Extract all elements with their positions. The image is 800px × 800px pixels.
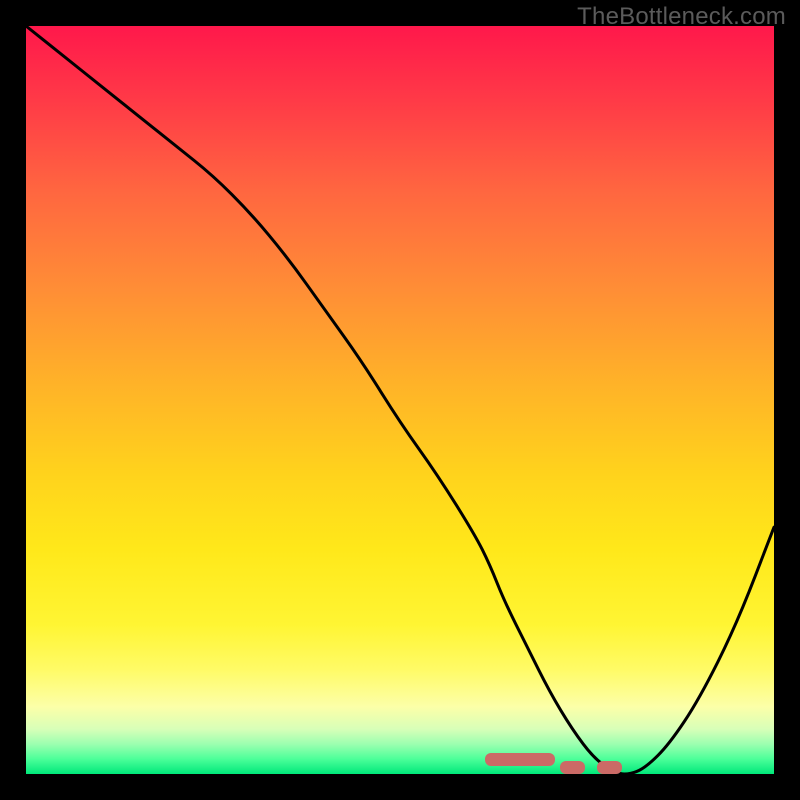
curve-marker (597, 761, 622, 774)
chart-frame (26, 26, 774, 774)
curve-marker (560, 761, 585, 774)
curve-marker (485, 753, 555, 766)
watermark-label: TheBottleneck.com (577, 3, 786, 31)
bottleneck-curve (26, 26, 774, 774)
